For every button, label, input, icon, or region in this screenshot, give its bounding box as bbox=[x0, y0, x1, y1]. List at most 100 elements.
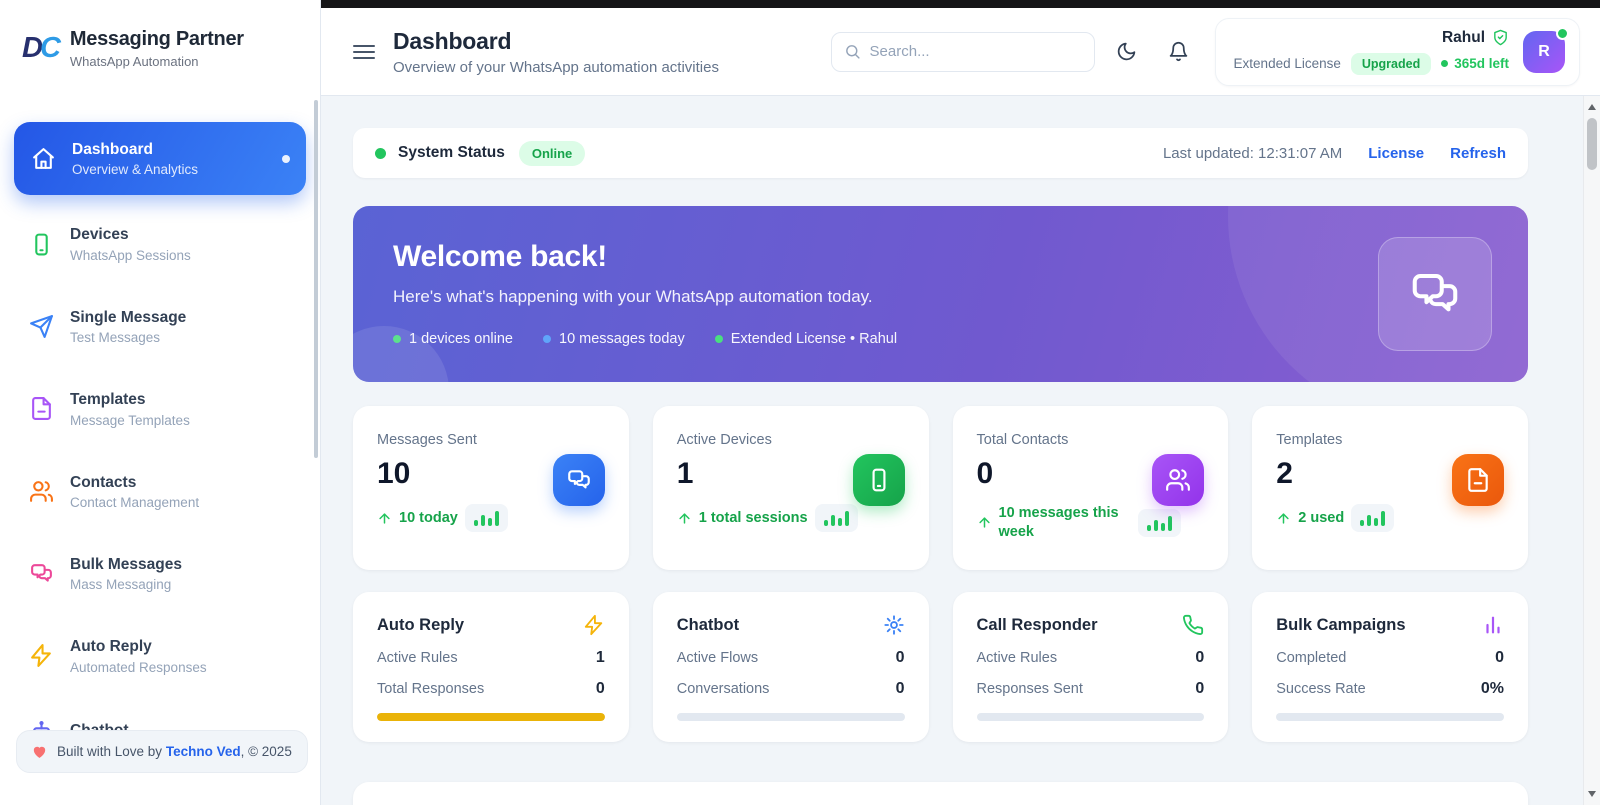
progress-bar bbox=[676, 713, 905, 721]
license-link[interactable]: License bbox=[1368, 145, 1424, 162]
feature-card-call-responder[interactable]: Call Responder Active Rules 0 Responses … bbox=[952, 592, 1229, 742]
stat-trend: 10 messages this week bbox=[977, 504, 1205, 542]
scrollbar-down-arrow[interactable] bbox=[1584, 786, 1600, 802]
bell-icon bbox=[1169, 41, 1188, 62]
footer-brand-link[interactable]: Techno Ved bbox=[166, 744, 241, 759]
search-input[interactable] bbox=[869, 43, 1082, 60]
brand-logo-letter-d: D bbox=[22, 31, 43, 64]
feature-card-bulk-campaigns[interactable]: Bulk Campaigns Completed 0 Success Rate … bbox=[1252, 592, 1528, 742]
trend-text: 10 messages this week bbox=[998, 505, 1119, 540]
file-text-icon bbox=[1452, 454, 1504, 506]
avatar[interactable]: R bbox=[1523, 26, 1569, 73]
stat-card-total-contacts[interactable]: Total Contacts 0 10 messages this week bbox=[952, 406, 1229, 570]
bar-chart-icon bbox=[1486, 616, 1500, 634]
content-area: System Status Online Last updated: 12:31… bbox=[321, 96, 1600, 805]
progress-fill bbox=[377, 713, 605, 721]
phone-icon bbox=[1183, 614, 1204, 636]
shield-check-icon bbox=[1494, 29, 1507, 46]
feature-row-value: 0 bbox=[595, 680, 605, 697]
brand-name: Messaging Partner bbox=[69, 27, 244, 50]
main-area: Dashboard Overview of your WhatsApp auto… bbox=[321, 0, 1600, 805]
sidebar-item-auto-reply[interactable]: Auto Reply Automated Responses bbox=[14, 629, 306, 682]
footer-suffix: , © 2025 bbox=[240, 744, 292, 759]
arrow-up-icon bbox=[679, 512, 690, 524]
welcome-stat-text: 10 messages today bbox=[559, 331, 685, 347]
user-card[interactable]: Rahul Extended License Upgraded 365d lef… bbox=[1214, 17, 1580, 86]
sidebar-item-sub: Overview & Analytics bbox=[72, 162, 199, 178]
sidebar-item-bulk-messages[interactable]: Bulk Messages Mass Messaging bbox=[14, 547, 306, 600]
feature-row-label: Conversations bbox=[676, 681, 770, 697]
sidebar-item-devices[interactable]: Devices WhatsApp Sessions bbox=[14, 217, 306, 270]
stat-cards-row: Messages Sent 10 10 today Active Devices bbox=[353, 406, 1528, 570]
search-box[interactable] bbox=[830, 31, 1095, 72]
system-status-bar: System Status Online Last updated: 12:31… bbox=[353, 128, 1528, 178]
notifications-button[interactable] bbox=[1159, 32, 1199, 72]
stat-card-messages-sent[interactable]: Messages Sent 10 10 today bbox=[353, 406, 629, 570]
sidebar-item-templates[interactable]: Templates Message Templates bbox=[14, 382, 306, 435]
last-updated-text: Last updated: 12:31:07 AM bbox=[1162, 144, 1343, 162]
feature-row-label: Success Rate bbox=[1276, 681, 1366, 697]
sidebar-scrollbar-thumb[interactable] bbox=[314, 100, 318, 458]
feature-row-value: 0 bbox=[895, 680, 905, 697]
page-subtitle: Overview of your WhatsApp automation act… bbox=[393, 58, 719, 76]
refresh-link[interactable]: Refresh bbox=[1450, 145, 1506, 162]
smartphone-icon bbox=[852, 454, 905, 506]
sidebar-item-sub: Test Messages bbox=[70, 330, 161, 346]
sidebar-item-contacts[interactable]: Contacts Contact Management bbox=[14, 465, 306, 518]
mini-bar-chart-icon bbox=[464, 504, 508, 532]
feature-stat-row: Total Responses 0 bbox=[377, 680, 605, 698]
stat-trend: 1 total sessions bbox=[677, 504, 905, 532]
feature-card-auto-reply[interactable]: Auto Reply Active Rules 1 Total Response… bbox=[353, 592, 629, 742]
stat-card-active-devices[interactable]: Active Devices 1 1 total sessions bbox=[652, 406, 929, 570]
users-icon bbox=[28, 478, 54, 504]
feature-row-value: 0 bbox=[1495, 649, 1504, 666]
page-head: Dashboard Overview of your WhatsApp auto… bbox=[393, 28, 719, 76]
feature-stat-row: Conversations 0 bbox=[677, 680, 905, 698]
online-status-dot bbox=[1556, 26, 1569, 40]
dark-mode-toggle[interactable] bbox=[1107, 32, 1147, 72]
sidebar-item-label: Auto Reply bbox=[70, 638, 152, 656]
sidebar-item-dashboard[interactable]: Dashboard Overview & Analytics bbox=[14, 122, 306, 196]
stat-card-templates[interactable]: Templates 2 2 used bbox=[1252, 406, 1528, 570]
green-dot bbox=[714, 335, 723, 343]
sidebar-item-single-message[interactable]: Single Message Test Messages bbox=[14, 300, 306, 353]
feature-stat-row: Active Rules 1 bbox=[377, 649, 605, 667]
mini-bar-chart-icon bbox=[1137, 508, 1181, 537]
feature-card-chatbot[interactable]: Chatbot Active Flows 0 Conversations 0 bbox=[652, 592, 929, 742]
partial-panel-below-fold bbox=[353, 782, 1528, 805]
sidebar-footer: Built with Love by Techno Ved, © 2025 bbox=[16, 730, 308, 773]
sidebar-item-sub: Message Templates bbox=[70, 412, 190, 428]
scrollbar-up-arrow[interactable] bbox=[1584, 99, 1600, 115]
stat-trend: 2 used bbox=[1276, 504, 1504, 532]
heart-icon bbox=[33, 746, 46, 758]
trend-text: 1 total sessions bbox=[698, 509, 808, 526]
progress-bar bbox=[976, 713, 1205, 721]
banner-chat-icon-box bbox=[1378, 237, 1492, 351]
scrollbar-thumb[interactable] bbox=[1587, 118, 1597, 170]
brand-tagline: WhatsApp Automation bbox=[69, 53, 199, 69]
feature-title: Auto Reply bbox=[377, 615, 465, 634]
main-scrollbar[interactable] bbox=[1583, 96, 1600, 805]
sidebar-item-label: Dashboard bbox=[72, 141, 153, 158]
plan-badge: Upgraded bbox=[1350, 52, 1432, 75]
sidebar-item-sub: WhatsApp Sessions bbox=[70, 247, 191, 263]
user-name: Rahul bbox=[1441, 28, 1485, 46]
feature-row-value: 0 bbox=[1195, 649, 1205, 666]
feature-stat-row: Success Rate 0% bbox=[1276, 680, 1504, 698]
license-days-left: 365d left bbox=[1441, 56, 1509, 71]
online-badge: Online bbox=[518, 140, 586, 166]
chat-bubbles-icon bbox=[28, 561, 54, 587]
feature-row-label: Active Rules bbox=[377, 650, 458, 666]
feature-row-label: Completed bbox=[1276, 650, 1347, 666]
stat-label: Messages Sent bbox=[377, 432, 477, 448]
footer-prefix: Built with Love by bbox=[57, 744, 163, 759]
mini-bar-chart-icon bbox=[1351, 504, 1395, 532]
feature-row-label: Active Rules bbox=[976, 650, 1058, 666]
welcome-stat-messages: 10 messages today bbox=[543, 331, 685, 347]
page-title: Dashboard bbox=[393, 27, 512, 54]
hamburger-menu-icon[interactable] bbox=[353, 42, 379, 62]
smartphone-icon bbox=[28, 231, 54, 257]
lightning-icon bbox=[28, 643, 54, 669]
feature-stat-row: Active Rules 0 bbox=[977, 649, 1205, 667]
system-status-label: System Status bbox=[398, 144, 505, 161]
